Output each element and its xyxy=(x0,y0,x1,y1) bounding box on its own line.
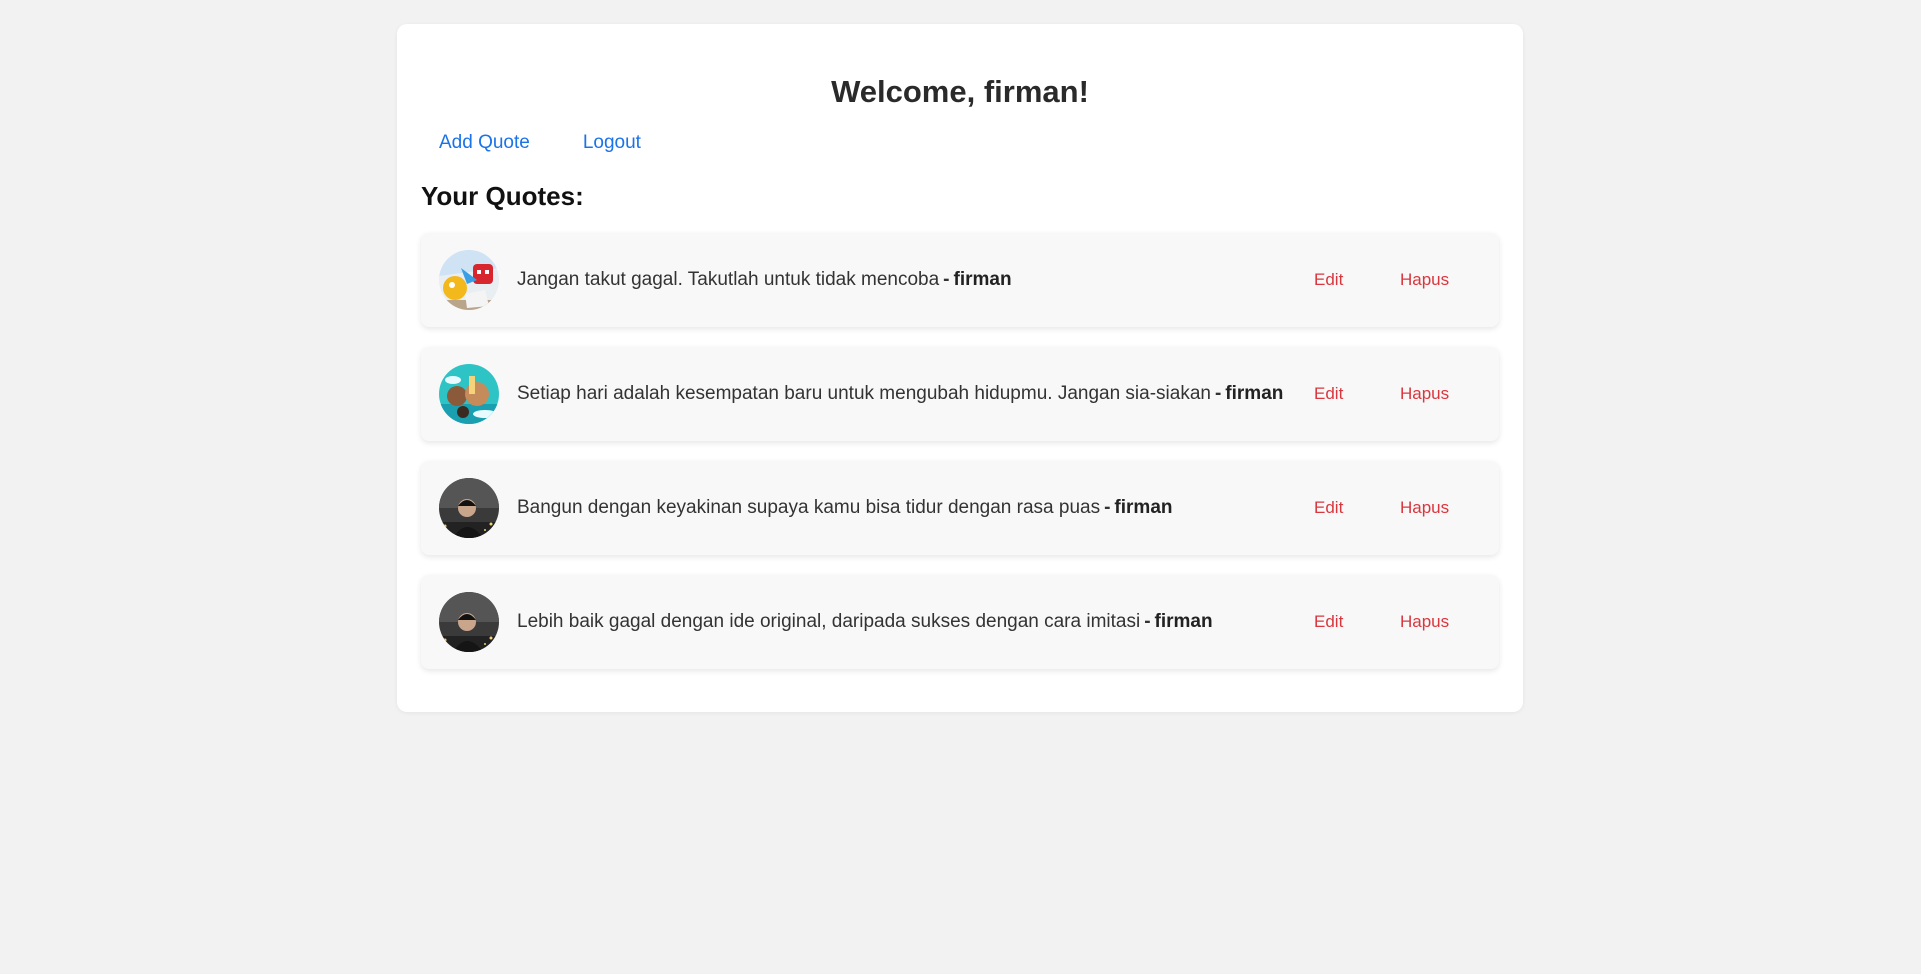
edit-button[interactable]: Edit xyxy=(1314,233,1343,327)
quote-text-container: Bangun dengan keyakinan supaya kamu bisa… xyxy=(517,461,1173,555)
quote-text-container: Jangan takut gagal. Takutlah untuk tidak… xyxy=(517,233,1012,327)
quote-author: firman xyxy=(1114,497,1173,518)
quote-author: firman xyxy=(953,269,1012,290)
quote-author: firman xyxy=(1154,611,1213,632)
quote-item: Lebih baik gagal dengan ide original, da… xyxy=(421,575,1499,669)
quote-text-container: Lebih baik gagal dengan ide original, da… xyxy=(517,575,1213,669)
edit-button[interactable]: Edit xyxy=(1314,575,1343,669)
quote-item: Setiap hari adalah kesempatan baru untuk… xyxy=(421,347,1499,441)
delete-button[interactable]: Hapus xyxy=(1400,461,1449,555)
delete-button[interactable]: Hapus xyxy=(1400,347,1449,441)
quote-list: Jangan takut gagal. Takutlah untuk tidak… xyxy=(421,233,1499,689)
avatar xyxy=(439,364,499,424)
quote-item: Bangun dengan keyakinan supaya kamu bisa… xyxy=(421,461,1499,555)
quote-text: Lebih baik gagal dengan ide original, da… xyxy=(517,611,1141,632)
avatar xyxy=(439,250,499,310)
quote-separator: - xyxy=(943,269,950,290)
quote-text: Setiap hari adalah kesempatan baru untuk… xyxy=(517,383,1211,404)
avatar xyxy=(439,592,499,652)
quote-author: firman xyxy=(1225,383,1284,404)
page-title: Welcome, firman! xyxy=(831,74,1089,109)
add-quote-link[interactable]: Add Quote xyxy=(439,132,530,154)
quote-text: Jangan takut gagal. Takutlah untuk tidak… xyxy=(517,269,940,290)
quote-text-container: Setiap hari adalah kesempatan baru untuk… xyxy=(517,347,1283,441)
quote-separator: - xyxy=(1144,611,1151,632)
delete-button[interactable]: Hapus xyxy=(1400,575,1449,669)
quote-item: Jangan takut gagal. Takutlah untuk tidak… xyxy=(421,233,1499,327)
main-card: Welcome, firman! Add Quote Logout Your Q… xyxy=(397,24,1523,712)
delete-button[interactable]: Hapus xyxy=(1400,233,1449,327)
quote-text: Bangun dengan keyakinan supaya kamu bisa… xyxy=(517,497,1101,518)
avatar xyxy=(439,478,499,538)
logout-link[interactable]: Logout xyxy=(583,132,641,154)
edit-button[interactable]: Edit xyxy=(1314,461,1343,555)
edit-button[interactable]: Edit xyxy=(1314,347,1343,441)
quote-separator: - xyxy=(1214,383,1222,404)
quote-separator: - xyxy=(1104,497,1111,518)
section-title: Your Quotes: xyxy=(421,181,584,211)
nav-links: Add Quote Logout xyxy=(439,132,641,154)
